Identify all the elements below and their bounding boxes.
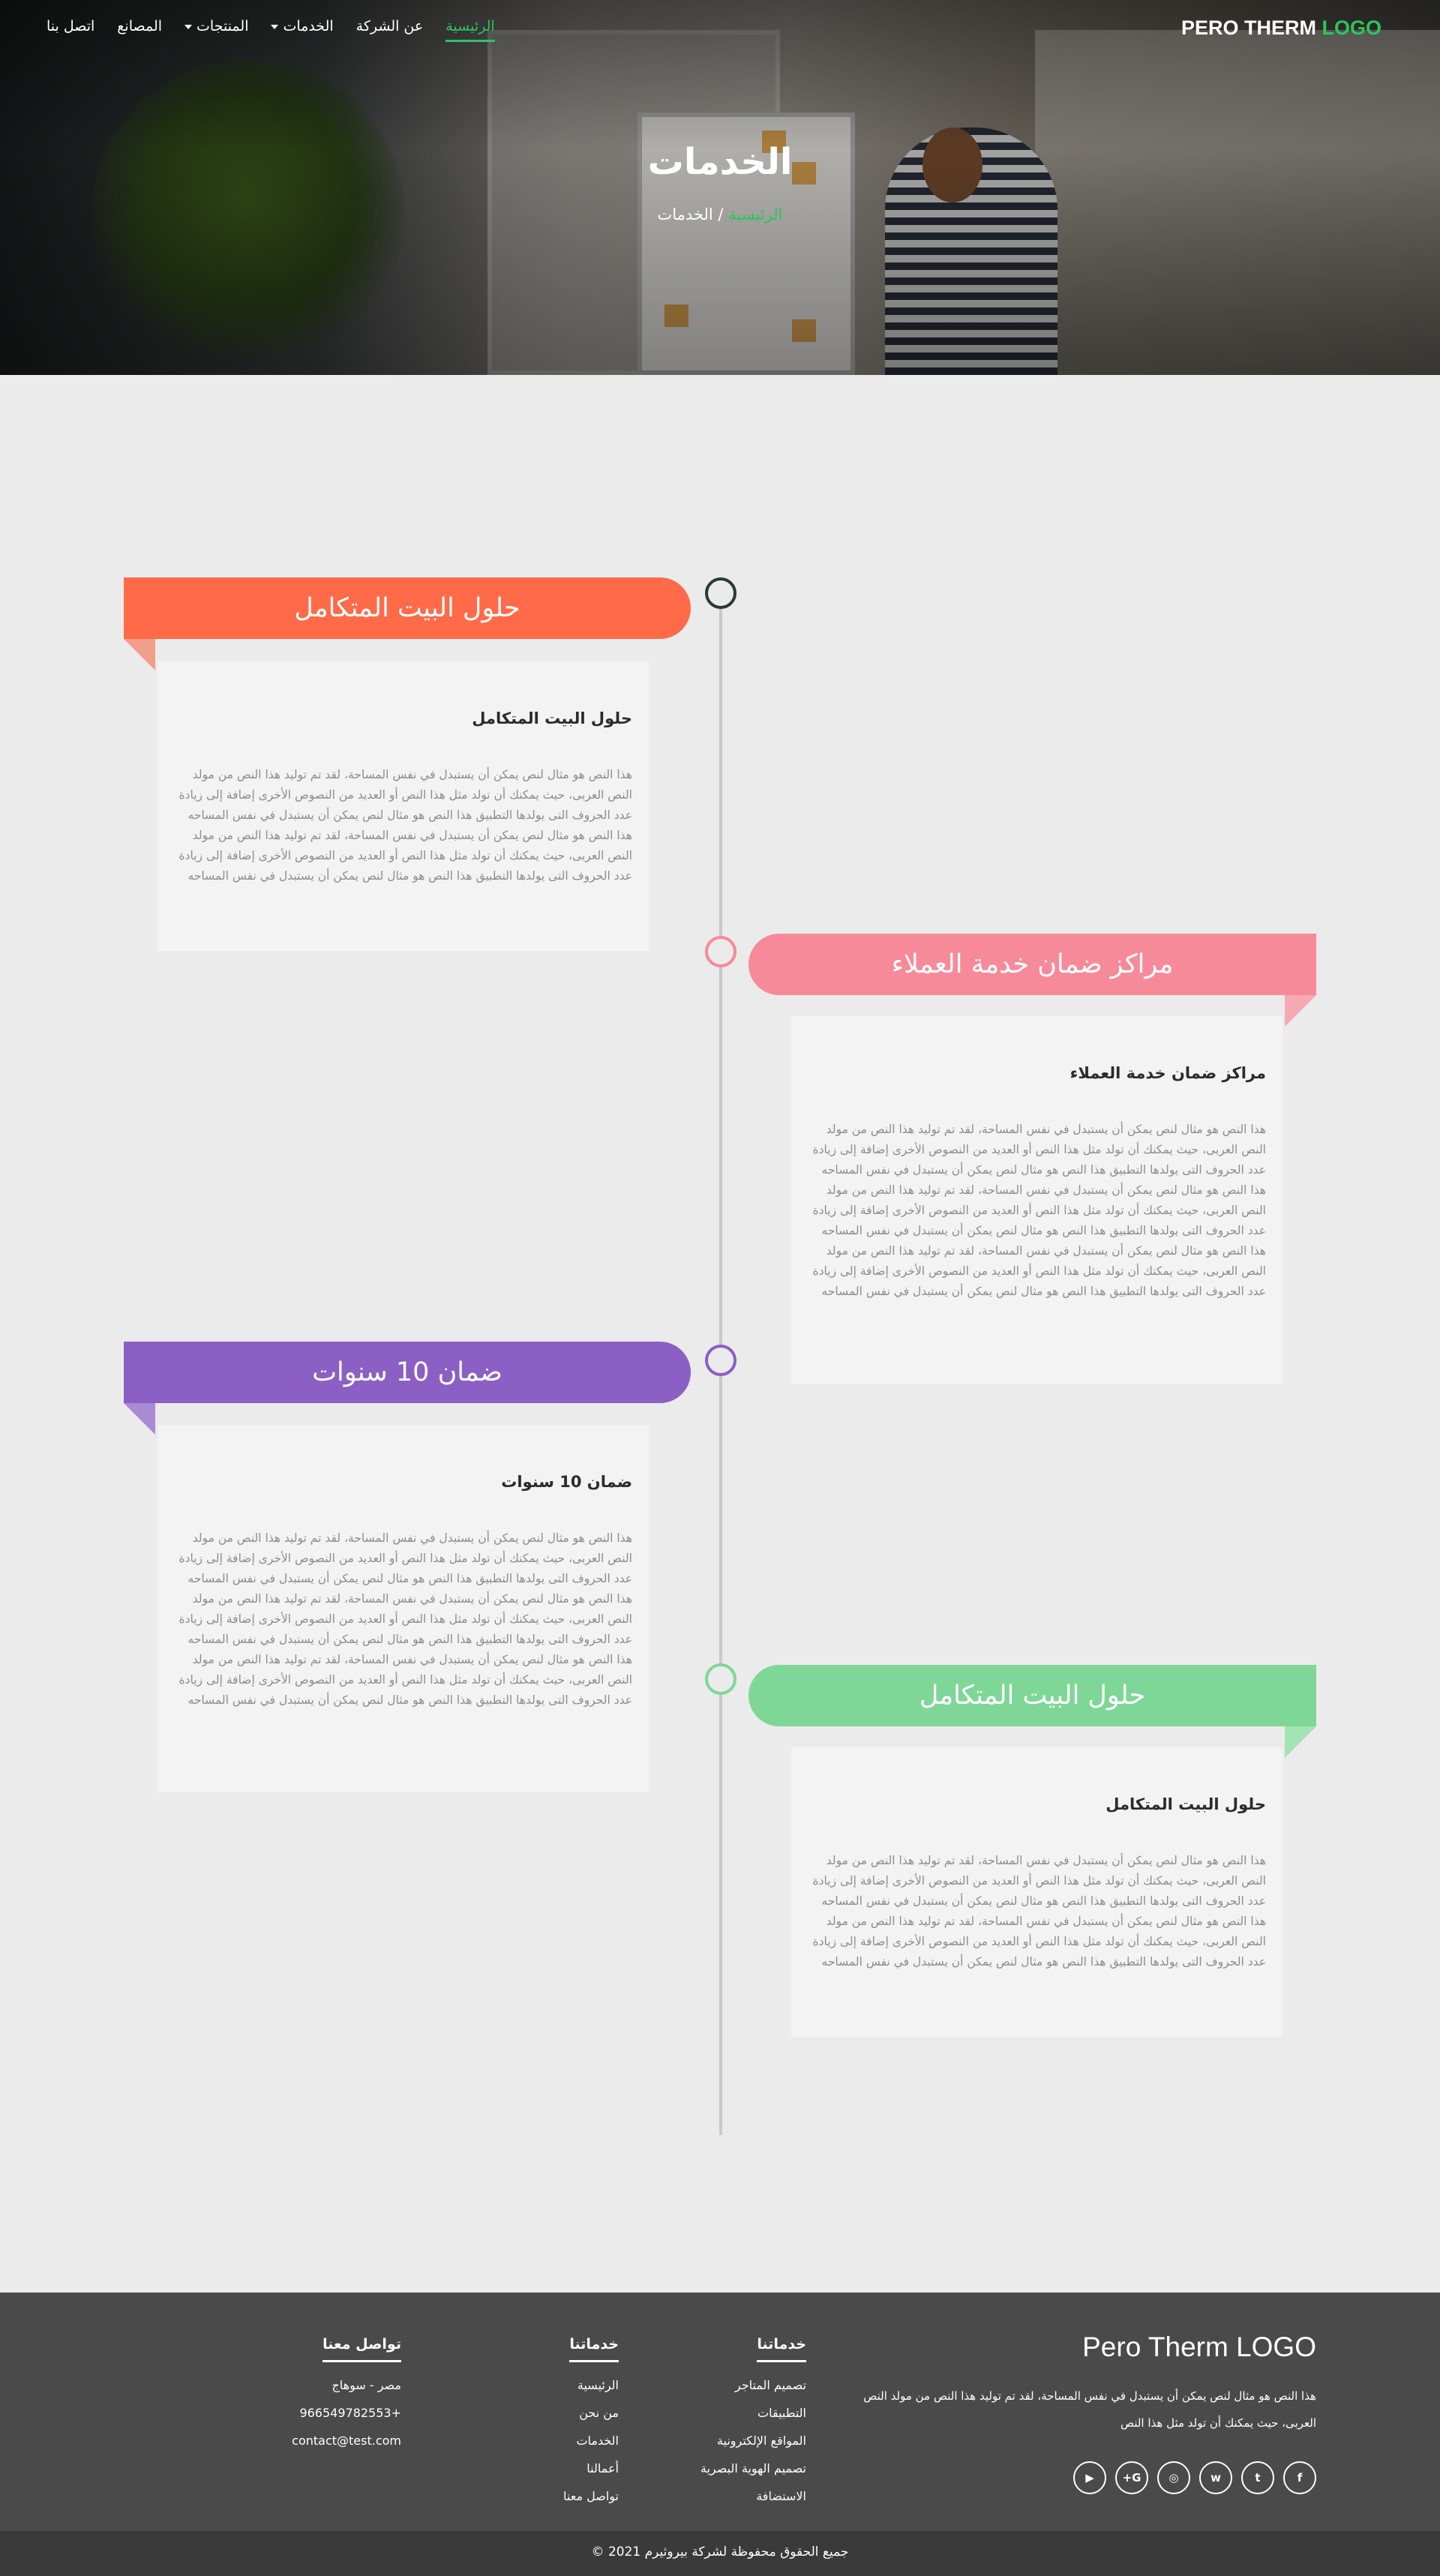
footer-col-title: خدماتنا — [757, 2336, 806, 2362]
timeline-heading: حلول البيت المتكامل — [124, 577, 691, 639]
timeline-card-text: هذا النص هو مثال لنص يمكن أن يستبدل في ن… — [178, 1531, 632, 1707]
social-links: f t w ◎ G+ ▶ — [1073, 2461, 1316, 2494]
footer-brand: Pero Therm LOGO — [1082, 2332, 1316, 2362]
chevron-down-icon — [184, 24, 193, 29]
breadcrumb-current: الخدمات — [657, 205, 713, 223]
footer-col-contact: تواصل معنا مصر - سوهاج +966549782553 con… — [292, 2336, 401, 2455]
breadcrumb-separator: / — [718, 205, 724, 223]
timeline-dot — [705, 1663, 736, 1695]
footer-col-services: خدماتنا تصميم المتاجر التطبيقات المواقع … — [700, 2336, 806, 2510]
timeline-card-title: حلول البيت المتكامل — [1106, 1795, 1266, 1813]
footer-link[interactable]: الخدمات — [563, 2427, 619, 2455]
timeline-dot — [705, 936, 736, 967]
brand-name: PERO THERM — [1180, 16, 1316, 39]
timeline-card-text: هذا النص هو مثال لنص يمكن أن يستبدل في ن… — [178, 768, 632, 883]
footer-col-title: خدماتنا — [569, 2336, 619, 2362]
footer-link[interactable]: تصميم المتاجر — [700, 2371, 806, 2399]
whatsapp-icon[interactable]: w — [1199, 2461, 1232, 2494]
footer-link[interactable]: الرئيسية — [563, 2371, 619, 2399]
youtube-icon[interactable]: ▶ — [1073, 2461, 1106, 2494]
footer-address: مصر - سوهاج — [332, 2378, 401, 2392]
footer-link[interactable]: التطبيقات — [700, 2399, 806, 2427]
timeline-card-text: هذا النص هو مثال لنص يمكن أن يستبدل في ن… — [812, 1854, 1266, 1969]
nav-item-services[interactable]: الخدمات — [271, 18, 334, 46]
facebook-icon[interactable]: f — [1283, 2461, 1316, 2494]
footer-link[interactable]: المواقع الإلكترونية — [700, 2427, 806, 2455]
footer-col-title: تواصل معنا — [322, 2336, 401, 2362]
nav-item-services-label: الخدمات — [283, 18, 334, 34]
timeline-fold — [124, 1403, 155, 1435]
nav-item-home[interactable]: الرئيسية — [446, 18, 496, 46]
footer-link[interactable]: تصميم الهوية البصرية — [700, 2455, 806, 2482]
brand-logo[interactable]: PERO THERM LOGO — [1181, 16, 1382, 40]
footer-link[interactable]: الاستضافة — [700, 2482, 806, 2510]
nav-item-products[interactable]: المنتجات — [184, 18, 248, 46]
top-navbar: PERO THERM LOGO الرئيسية عن الشركة الخدم… — [0, 0, 1440, 60]
timeline-fold — [1285, 995, 1316, 1027]
twitter-icon[interactable]: t — [1241, 2461, 1274, 2494]
timeline-dot — [705, 1345, 736, 1376]
nav-item-products-label: المنتجات — [196, 18, 249, 34]
timeline-dot — [705, 577, 736, 609]
footer-email[interactable]: contact@test.com — [292, 2427, 401, 2455]
timeline-card: حلول البيت المتكامل هذا النص هو مثال لنص… — [158, 661, 649, 951]
footer-description: هذا النص هو مثال لنص يمكن أن يستبدل في ن… — [863, 2389, 1316, 2430]
google-plus-icon[interactable]: G+ — [1115, 2461, 1148, 2494]
breadcrumb: الرئيسية / الخدمات — [0, 205, 1440, 223]
hero-banner: PERO THERM LOGO الرئيسية عن الشركة الخدم… — [0, 0, 1440, 375]
timeline-card-title: حلول البيت المتكامل — [472, 709, 632, 727]
brand-logo-word: LOGO — [1322, 16, 1382, 39]
timeline-card: مراكز ضمان خدمة العملاء هذا النص هو مثال… — [791, 1016, 1282, 1384]
timeline-card: ضمان 10 سنوات هذا النص هو مثال لنص يمكن … — [158, 1425, 649, 1792]
timeline-heading: مراكز ضمان خدمة العملاء — [748, 934, 1316, 995]
nav-item-contact[interactable]: اتصل بنا — [46, 18, 94, 46]
instagram-icon[interactable]: ◎ — [1157, 2461, 1190, 2494]
chevron-down-icon — [271, 24, 279, 29]
timeline-fold — [1285, 1726, 1316, 1758]
footer-link[interactable]: من نحن — [563, 2399, 619, 2427]
nav-item-factories[interactable]: المصانع — [117, 18, 162, 46]
nav-menu: الرئيسية عن الشركة الخدمات المنتجات المص… — [46, 18, 496, 46]
page-title: الخدمات — [647, 141, 793, 183]
timeline-card-title: ضمان 10 سنوات — [501, 1473, 632, 1491]
breadcrumb-home-link[interactable]: الرئيسية — [728, 205, 782, 223]
nav-item-about[interactable]: عن الشركة — [356, 18, 424, 46]
footer-phone[interactable]: +966549782553 — [292, 2399, 401, 2427]
footer-link[interactable]: تواصل معنا — [563, 2482, 619, 2510]
timeline-card-text: هذا النص هو مثال لنص يمكن أن يستبدل في ن… — [812, 1123, 1266, 1298]
footer: Pero Therm LOGO هذا النص هو مثال لنص يمك… — [0, 2293, 1440, 2531]
timeline-heading: حلول البيت المتكامل — [748, 1665, 1316, 1726]
timeline-heading: ضمان 10 سنوات — [124, 1342, 691, 1403]
timeline-card-title: مراكز ضمان خدمة العملاء — [1070, 1064, 1266, 1082]
footer-link[interactable]: أعمالنا — [563, 2455, 619, 2482]
timeline-card: حلول البيت المتكامل هذا النص هو مثال لنص… — [791, 1747, 1282, 2037]
timeline-fold — [124, 639, 155, 670]
copyright-bar: جميع الحقوق محفوظة لشركة بيروثيرم 2021 © — [0, 2531, 1440, 2576]
footer-col-links: خدماتنا الرئيسية من نحن الخدمات أعمالنا … — [563, 2336, 619, 2510]
